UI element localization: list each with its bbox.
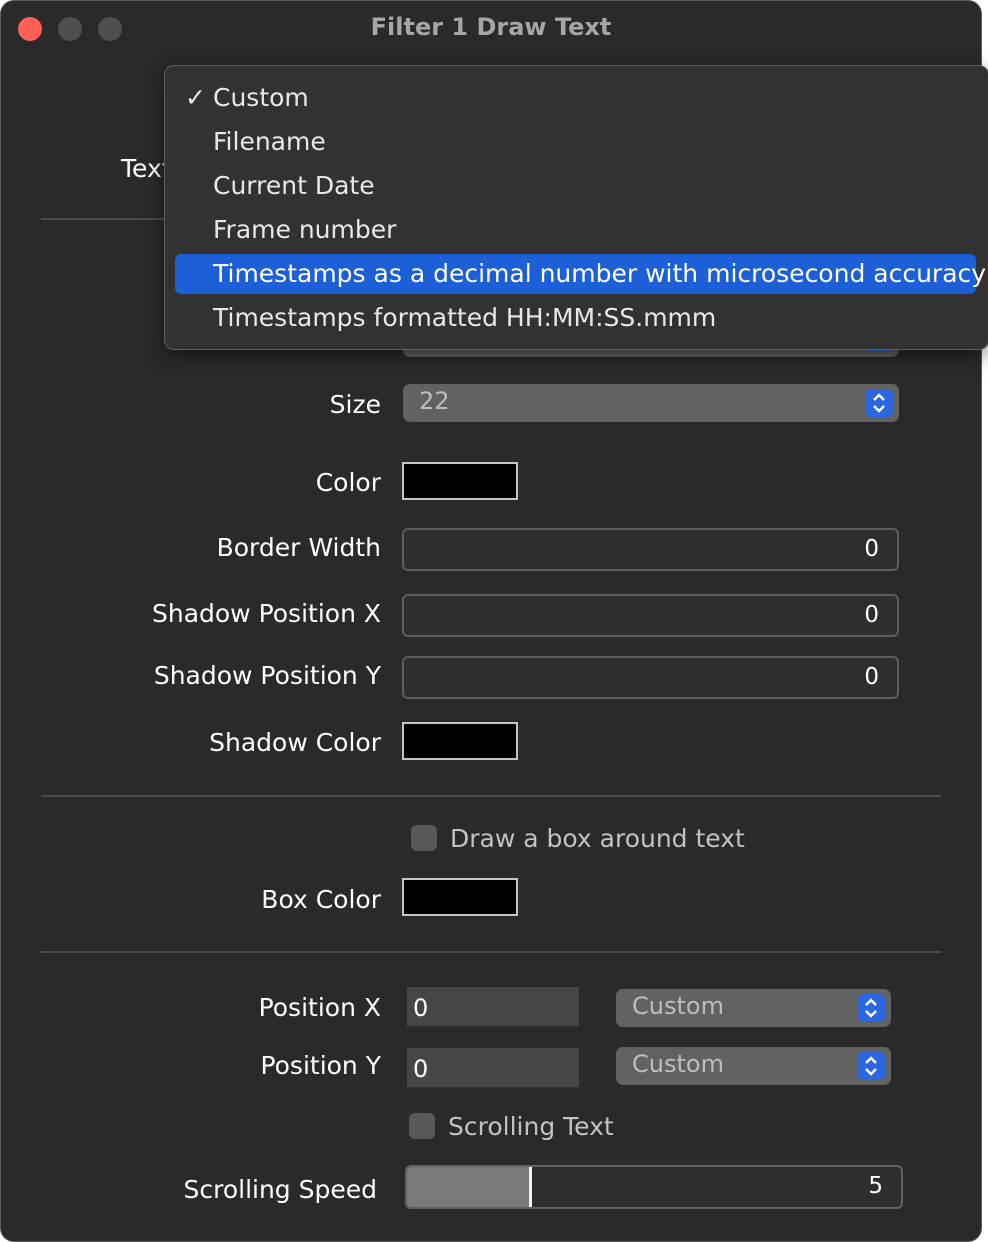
color-label: Color [315,468,381,497]
menu-item-label: Current Date [213,171,375,200]
shadow-y-label: Shadow Position Y [153,661,381,690]
menu-item[interactable]: Timestamps as a decimal number with micr… [175,254,986,294]
shadow-y-field[interactable]: 0 [402,656,899,699]
scrolling-text-checkbox[interactable] [409,1113,435,1139]
size-value: 22 [419,387,450,415]
menu-item-label: Timestamps formatted HH:MM:SS.mmm [213,303,717,332]
slider-fill [407,1167,529,1207]
size-label: Size [329,390,381,419]
scrolling-speed-value: 5 [868,1173,883,1199]
position-x-mode-value: Custom [632,992,724,1020]
checkmark-icon: ✓ [185,83,206,112]
position-y-mode-value: Custom [632,1050,724,1078]
menu-item-label: Filename [213,127,326,156]
shadow-y-value: 0 [864,664,879,690]
position-x-field[interactable]: 0 [407,987,579,1027]
box-color-label: Box Color [261,885,381,914]
border-width-field[interactable]: 0 [402,528,899,571]
slider-knob[interactable] [528,1167,532,1207]
shadow-color-well[interactable] [402,722,518,760]
border-width-label: Border Width [216,533,381,562]
position-y-value: 0 [413,1055,429,1083]
scrolling-text-label[interactable]: Scrolling Text [448,1112,614,1141]
separator-3 [41,951,941,953]
up-down-chevron-icon [865,389,893,417]
shadow-x-field[interactable]: 0 [402,594,899,637]
separator-2 [41,795,941,797]
title-bar: Filter 1 Draw Text [1,1,981,57]
size-popup[interactable]: 22 [403,384,899,422]
draw-box-label[interactable]: Draw a box around text [450,824,745,853]
scrolling-speed-slider[interactable]: 5 [405,1165,903,1209]
box-color-well[interactable] [402,878,518,916]
up-down-chevron-icon [857,1052,885,1080]
menu-item-label: Custom [213,83,309,112]
menu-item[interactable]: ✓ Custom [175,78,976,118]
menu-item[interactable]: Current Date [175,166,976,206]
shadow-x-label: Shadow Position X [151,599,381,628]
menu-item[interactable]: Frame number [175,210,976,250]
draw-box-checkbox[interactable] [411,825,437,851]
up-down-chevron-icon [857,994,885,1022]
position-y-label: Position Y [260,1051,381,1080]
menu-item-label: Frame number [213,215,397,244]
position-y-mode-popup[interactable]: Custom [616,1047,891,1085]
color-well[interactable] [402,462,518,500]
position-y-field[interactable]: 0 [407,1048,579,1088]
scrolling-speed-label: Scrolling Speed [183,1175,377,1204]
shadow-color-label: Shadow Color [209,728,381,757]
position-x-label: Position X [258,993,381,1022]
menu-item[interactable]: Filename [175,122,976,162]
menu-item[interactable]: Timestamps formatted HH:MM:SS.mmm [175,298,976,338]
shadow-x-value: 0 [864,602,879,628]
position-x-value: 0 [413,994,429,1022]
border-width-value: 0 [864,536,879,562]
text-source-menu: ✓ Custom Filename Current Date Frame number T… [164,65,988,350]
menu-item-label: Timestamps as a decimal number with micr… [213,259,987,288]
window-title: Filter 1 Draw Text [370,13,612,41]
position-x-mode-popup[interactable]: Custom [616,989,891,1027]
